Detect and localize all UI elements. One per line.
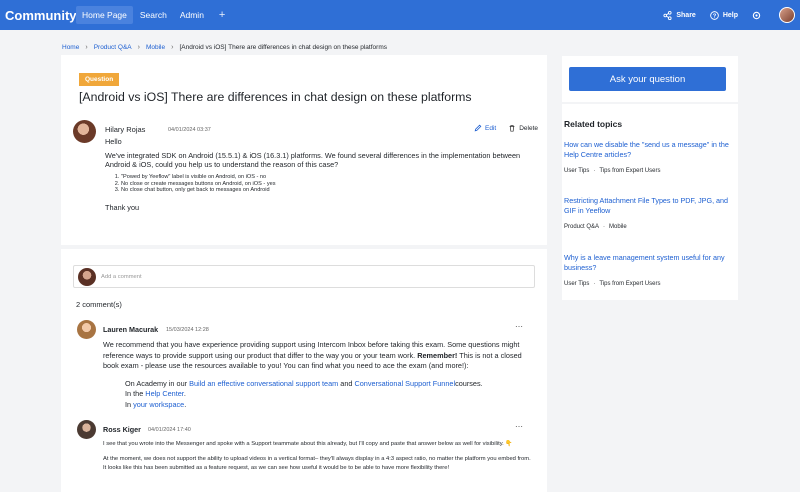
comment-placeholder: Add a comment: [101, 274, 142, 280]
topic-tag[interactable]: User Tips: [564, 168, 589, 174]
comment-body: I see that you wrote into the Messenger …: [103, 440, 533, 474]
breadcrumb-home[interactable]: Home: [62, 44, 79, 51]
more-options-icon[interactable]: ⋯: [515, 422, 523, 431]
delete-label: Delete: [519, 124, 538, 132]
comment-author[interactable]: Ross Kiger: [103, 425, 141, 434]
share-label: Share: [676, 11, 696, 19]
trash-icon: [509, 125, 515, 132]
tag-separator: ·: [603, 224, 606, 230]
related-topic: How can we disable the "send us a messag…: [564, 140, 732, 174]
link-support-funnel[interactable]: Conversational Support Funnel: [354, 379, 455, 388]
comment-input[interactable]: Add a comment: [73, 265, 535, 288]
list-item: No close chat button, only get back to m…: [121, 187, 525, 194]
question-date: 04/01/2024 03:37: [168, 127, 211, 133]
question-paragraph: We've integrated SDK on Android (15.5.1)…: [105, 151, 521, 169]
author-avatar[interactable]: [73, 120, 96, 143]
list-text: .: [183, 389, 186, 399]
comment-text: I see that you wrote into the Messenger …: [103, 441, 513, 447]
related-topic: Restricting Attachment File Types to PDF…: [564, 196, 732, 230]
tag-separator: ·: [593, 168, 596, 174]
share-button[interactable]: Share: [663, 10, 696, 20]
help-icon: ?: [710, 10, 719, 20]
tag-separator: ·: [593, 281, 596, 287]
gear-icon: [752, 11, 761, 19]
list-item: In your workspace.: [125, 400, 535, 411]
list-text: and: [338, 378, 355, 388]
topic-tag[interactable]: Mobile: [609, 224, 627, 230]
question-thanks: Thank you: [105, 202, 140, 212]
comment-author-avatar[interactable]: [77, 320, 96, 339]
topic-tag[interactable]: Tips from Expert Users: [599, 168, 660, 174]
list-item: "Powed by Yeeflow" label is visible on A…: [121, 174, 525, 181]
list-text: In the: [125, 389, 146, 399]
ask-question-button[interactable]: Ask your question: [569, 67, 726, 91]
brand-logo[interactable]: Community: [5, 8, 77, 23]
link-workspace[interactable]: your workspace: [133, 400, 184, 409]
related-topic-link[interactable]: Why is a leave management system useful …: [564, 253, 732, 273]
edit-label: Edit: [485, 124, 497, 132]
topic-tag[interactable]: Tips from Expert Users: [599, 281, 660, 287]
user-avatar[interactable]: [779, 7, 795, 23]
section-divider: [61, 245, 547, 249]
edit-button[interactable]: Edit: [474, 124, 496, 132]
comment-item: Ross Kiger 04/01/2024 17:40 ⋯ I see that…: [77, 420, 533, 479]
comment-date: 04/01/2024 17:40: [148, 427, 191, 433]
nav-admin[interactable]: Admin: [174, 6, 210, 24]
comment-text-bold: Remember!: [417, 350, 458, 360]
comments-count: 2 comment(s): [76, 300, 122, 309]
topic-tag[interactable]: User Tips: [564, 281, 589, 287]
question-body: Hello We've integrated SDK on Android (1…: [105, 137, 525, 217]
nav-home-page[interactable]: Home Page: [76, 6, 133, 24]
chevron-right-icon: ›: [137, 44, 140, 51]
breadcrumb-current: [Android vs iOS] There are differences i…: [179, 44, 387, 51]
ask-card: Ask your question: [562, 56, 738, 102]
delete-button[interactable]: Delete: [508, 124, 538, 132]
list-item: On Academy in our Build an effective con…: [125, 379, 535, 390]
help-label: Help: [722, 11, 738, 19]
list-item: No close or create messages buttons on A…: [121, 181, 525, 188]
question-list: "Powed by Yeeflow" label is visible on A…: [121, 174, 525, 194]
list-text: In: [125, 399, 134, 409]
chevron-right-icon: ›: [171, 44, 174, 51]
related-topic: Why is a leave management system useful …: [564, 253, 732, 287]
top-navbar: Community Home Page Search Admin + Share…: [0, 0, 800, 30]
comment-item: Lauren Macurak 15/03/2024 12:28 ⋯ We rec…: [77, 320, 533, 411]
question-greeting: Hello: [105, 137, 122, 146]
page-title: [Android vs iOS] There are differences i…: [79, 90, 472, 104]
question-author[interactable]: Hilary Rojas: [105, 125, 145, 134]
list-text: courses.: [455, 378, 483, 388]
nav-search[interactable]: Search: [134, 6, 173, 24]
list-text: On Academy in our: [125, 378, 190, 388]
comment-body: We recommend that you have experience pr…: [103, 340, 535, 411]
question-badge: Question: [79, 73, 120, 86]
link-support-team[interactable]: Build an effective conversational suppor…: [189, 379, 338, 388]
my-avatar: [78, 268, 96, 286]
related-topics-title: Related topics: [564, 119, 623, 129]
breadcrumb-product-qa[interactable]: Product Q&A: [94, 44, 132, 51]
breadcrumb-mobile[interactable]: Mobile: [146, 44, 165, 51]
comment-author-avatar[interactable]: [77, 420, 96, 439]
related-topic-link[interactable]: How can we disable the "send us a messag…: [564, 140, 732, 160]
more-options-icon[interactable]: ⋯: [515, 322, 523, 331]
breadcrumb: Home › Product Q&A › Mobile › [Android v…: [62, 44, 387, 51]
related-topics: Related topics How can we disable the "s…: [562, 104, 738, 300]
add-icon[interactable]: +: [219, 9, 225, 21]
chevron-right-icon: ›: [85, 44, 88, 51]
resource-list: On Academy in our Build an effective con…: [125, 379, 535, 411]
comment-author[interactable]: Lauren Macurak: [103, 325, 158, 334]
topic-tag[interactable]: Product Q&A: [564, 224, 599, 230]
share-icon: [663, 10, 672, 20]
related-topic-link[interactable]: Restricting Attachment File Types to PDF…: [564, 196, 732, 216]
settings-button[interactable]: [752, 11, 765, 20]
svg-text:?: ?: [713, 13, 717, 19]
help-button[interactable]: ? Help: [710, 10, 738, 20]
comment-text: At the moment, we does not support the a…: [103, 455, 531, 472]
link-help-center[interactable]: Help Center: [145, 389, 184, 398]
comment-date: 15/03/2024 12:28: [166, 327, 209, 333]
list-item: In the Help Center.: [125, 389, 535, 400]
question-card: Question [Android vs iOS] There are diff…: [61, 55, 547, 492]
pencil-icon: [474, 124, 482, 132]
list-text: .: [184, 399, 187, 409]
